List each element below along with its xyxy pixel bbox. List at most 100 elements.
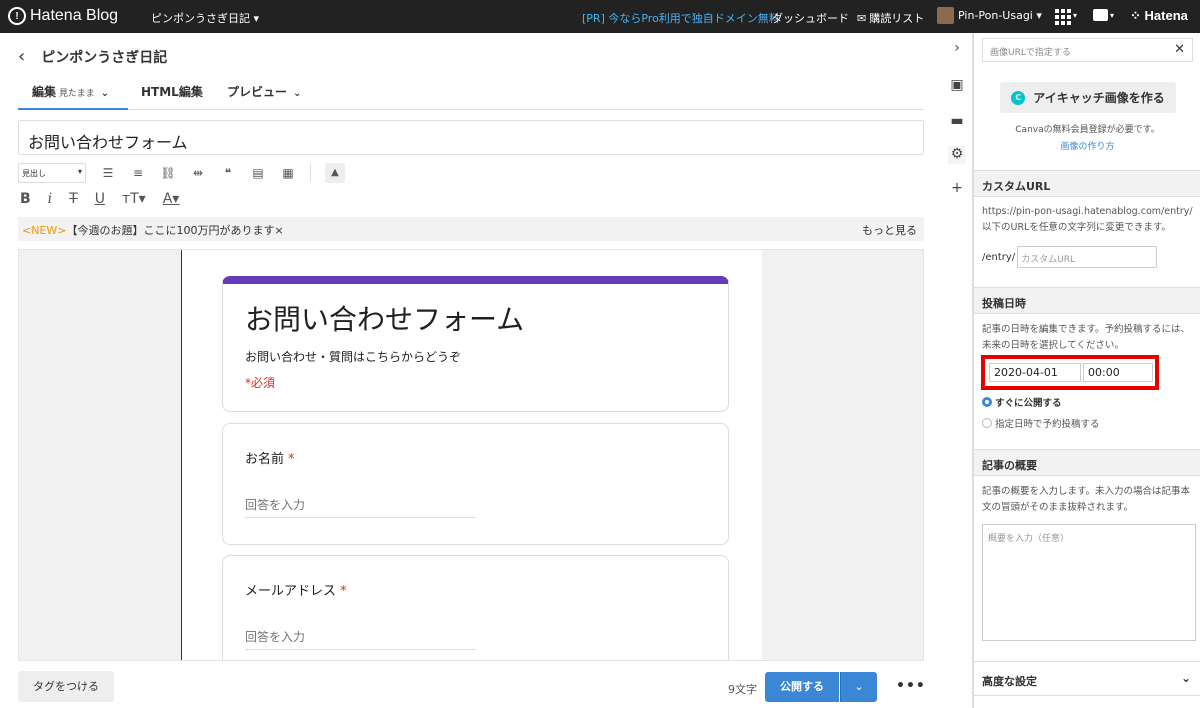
collapse-toolbar-icon[interactable]: ▲: [325, 163, 345, 183]
close-icon[interactable]: ✕: [1174, 42, 1185, 57]
form-description: お問い合わせ・質問はこちらからどうぞ: [245, 350, 462, 364]
underline-icon[interactable]: U: [95, 191, 105, 207]
quote-icon[interactable]: ❝: [220, 166, 236, 180]
services-grid-icon[interactable]: [1055, 9, 1071, 25]
bold-icon[interactable]: B: [20, 191, 31, 207]
numbered-list-icon[interactable]: ≡: [130, 166, 146, 180]
read-more-icon[interactable]: ⇹: [190, 166, 206, 180]
close-icon[interactable]: ×: [275, 224, 284, 237]
tab-preview[interactable]: プレビュー ⌄: [227, 83, 301, 110]
add-tag-button[interactable]: タグをつける: [18, 671, 114, 702]
format-toolbar: 見出し ☰ ≡ ⛓ ⇹ ❝ ▤ ▦ ▲: [18, 163, 345, 183]
chevron-right-icon[interactable]: ›: [948, 40, 966, 58]
insert-table-icon[interactable]: ▦: [280, 166, 296, 180]
notification-icon[interactable]: [1093, 9, 1108, 21]
form-header-card: お問い合わせフォーム お問い合わせ・質問はこちらからどうぞ *必須: [222, 276, 729, 412]
answer-input[interactable]: 回答を入力: [245, 628, 476, 650]
dashboard-link[interactable]: ダッシュボード: [772, 10, 849, 26]
canva-note: Canvaの無料会員登録が必要です。: [1015, 125, 1160, 135]
question-card-email: メールアドレス * 回答を入力: [222, 555, 729, 660]
see-more-link[interactable]: もっと見る: [862, 222, 917, 238]
tab-edit[interactable]: 編集 見たまま ⌄: [18, 83, 128, 110]
strikethrough-icon[interactable]: T: [69, 191, 78, 207]
required-star: *: [288, 452, 295, 467]
user-name: Pin-Pon-Usagi ▾: [958, 9, 1042, 22]
how-to-make-image-link[interactable]: 画像の作り方: [974, 139, 1200, 152]
chevron-down-icon: ⌄: [100, 88, 110, 99]
tab-html-edit[interactable]: HTML編集: [141, 83, 203, 110]
question-label: メールアドレス *: [245, 580, 347, 599]
summary-textarea[interactable]: 概要を入力（任意）: [982, 524, 1196, 641]
required-note: *必須: [245, 376, 276, 390]
text-color-icon[interactable]: A▾: [163, 191, 180, 207]
hatena-logo-icon: !: [8, 7, 26, 25]
hatena-link[interactable]: ⁘ Hatena: [1130, 8, 1188, 24]
chevron-down-icon: ⌄: [1180, 671, 1191, 685]
tab-edit-label: 編集: [32, 85, 57, 99]
entry-title-input[interactable]: お問い合わせフォーム: [18, 120, 924, 155]
post-date-description: 記事の日時を編集できます。予約投稿するには、未来の日時を選択してください。: [982, 324, 1191, 351]
image-url-input[interactable]: 画像URLで指定する ✕: [982, 38, 1193, 62]
blog-title: ピンポンうさぎ日記: [41, 49, 168, 66]
question-label: お名前 *: [245, 448, 295, 467]
chevron-down-icon: ▾: [1073, 11, 1078, 20]
custom-url-description: https://pin-pon-usagi.hatenablog.com/ent…: [982, 206, 1193, 233]
image-icon[interactable]: ▣: [948, 77, 966, 95]
time-input[interactable]: 00:00: [1083, 363, 1153, 382]
canva-icon: C: [1011, 90, 1026, 105]
question-card-name: お名前 * 回答を入力: [222, 423, 729, 545]
schedule-radio[interactable]: 指定日時で予約投稿する: [982, 416, 1100, 430]
avatar: [937, 7, 954, 24]
settings-panel: 画像URLで指定する ✕ C アイキャッチ画像を作る Canvaの無料会員登録が…: [973, 33, 1200, 708]
custom-url-heading: カスタムURL: [974, 170, 1200, 197]
blog-selector[interactable]: ピンポンうさぎ日記 ▾: [151, 10, 259, 26]
back-arrow-icon[interactable]: ‹: [18, 46, 25, 67]
more-options-button[interactable]: •••: [896, 678, 926, 694]
pro-promo-link[interactable]: [PR] 今ならPro利用で独自ドメイン無料: [582, 10, 780, 26]
link-icon[interactable]: ⛓: [160, 166, 176, 180]
subscription-list-label: 購読リスト: [869, 12, 925, 25]
weekly-topic-link[interactable]: 【今週のお題】ここに100万円があります: [67, 224, 275, 237]
heading-select[interactable]: 見出し: [18, 163, 86, 183]
subscription-list-link[interactable]: ✉ 購読リスト: [857, 10, 924, 26]
bullet-list-icon[interactable]: ☰: [100, 166, 116, 180]
text-style-toolbar: B i T U тT▾ A▾: [20, 190, 179, 208]
plus-icon[interactable]: +: [948, 180, 966, 198]
answer-input[interactable]: 回答を入力: [245, 496, 476, 518]
post-date-heading: 投稿日時: [974, 287, 1200, 314]
create-eyecatch-button[interactable]: C アイキャッチ画像を作る: [1000, 82, 1176, 113]
global-header: ! Hatena Blog ピンポンうさぎ日記 ▾ [PR] 今ならPro利用で…: [0, 0, 1200, 33]
publish-now-label: すぐに公開する: [995, 398, 1062, 409]
editor-canvas[interactable]: お問い合わせフォーム お問い合わせ・質問はこちらからどうぞ *必須 お名前 * 回…: [18, 249, 924, 661]
user-menu[interactable]: Pin-Pon-Usagi ▾: [937, 7, 1042, 24]
italic-icon[interactable]: i: [48, 191, 52, 207]
hatena-label: Hatena: [1144, 8, 1188, 23]
chevron-down-icon: ⌄: [293, 88, 302, 99]
hatena-blog-logo[interactable]: ! Hatena Blog: [8, 7, 118, 25]
image-url-placeholder: 画像URLで指定する: [990, 48, 1071, 58]
question-text: メールアドレス: [245, 584, 337, 599]
editor-header: ‹ ピンポンうさぎ日記: [18, 46, 167, 67]
editor-footer: タグをつける 9文字 公開する ⌄ •••: [0, 664, 940, 708]
publish-now-radio[interactable]: すぐに公開する: [982, 395, 1062, 409]
date-input[interactable]: 2020-04-01: [989, 363, 1081, 382]
folder-icon[interactable]: ▬: [948, 113, 966, 131]
tab-preview-label: プレビュー: [227, 85, 288, 99]
char-count: 9文字: [728, 683, 757, 696]
table-of-contents-icon[interactable]: ▤: [250, 166, 266, 180]
radio-unchecked-icon: [982, 418, 992, 428]
gear-icon[interactable]: ⚙: [948, 146, 966, 164]
sidebar-icon-rail: › ▣ ▬ ⚙ +: [940, 33, 973, 708]
publish-options-button[interactable]: ⌄: [840, 672, 877, 702]
custom-url-input[interactable]: カスタムURL: [1017, 246, 1158, 268]
advanced-settings-toggle[interactable]: 高度な設定 ⌄: [974, 661, 1200, 696]
font-size-icon[interactable]: тT▾: [122, 191, 146, 207]
editor-tabs: 編集 見たまま ⌄ HTML編集 プレビュー ⌄: [18, 80, 924, 110]
publish-button[interactable]: 公開する: [765, 672, 839, 702]
summary-heading: 記事の概要: [974, 449, 1200, 476]
inbox-icon: ✉: [857, 11, 867, 25]
embedded-form[interactable]: お問い合わせフォーム お問い合わせ・質問はこちらからどうぞ *必須 お名前 * 回…: [182, 250, 762, 660]
toolbar-divider: [310, 164, 311, 182]
highlight-box: 2020-04-01 00:00: [981, 355, 1159, 390]
required-star: *: [340, 584, 347, 599]
